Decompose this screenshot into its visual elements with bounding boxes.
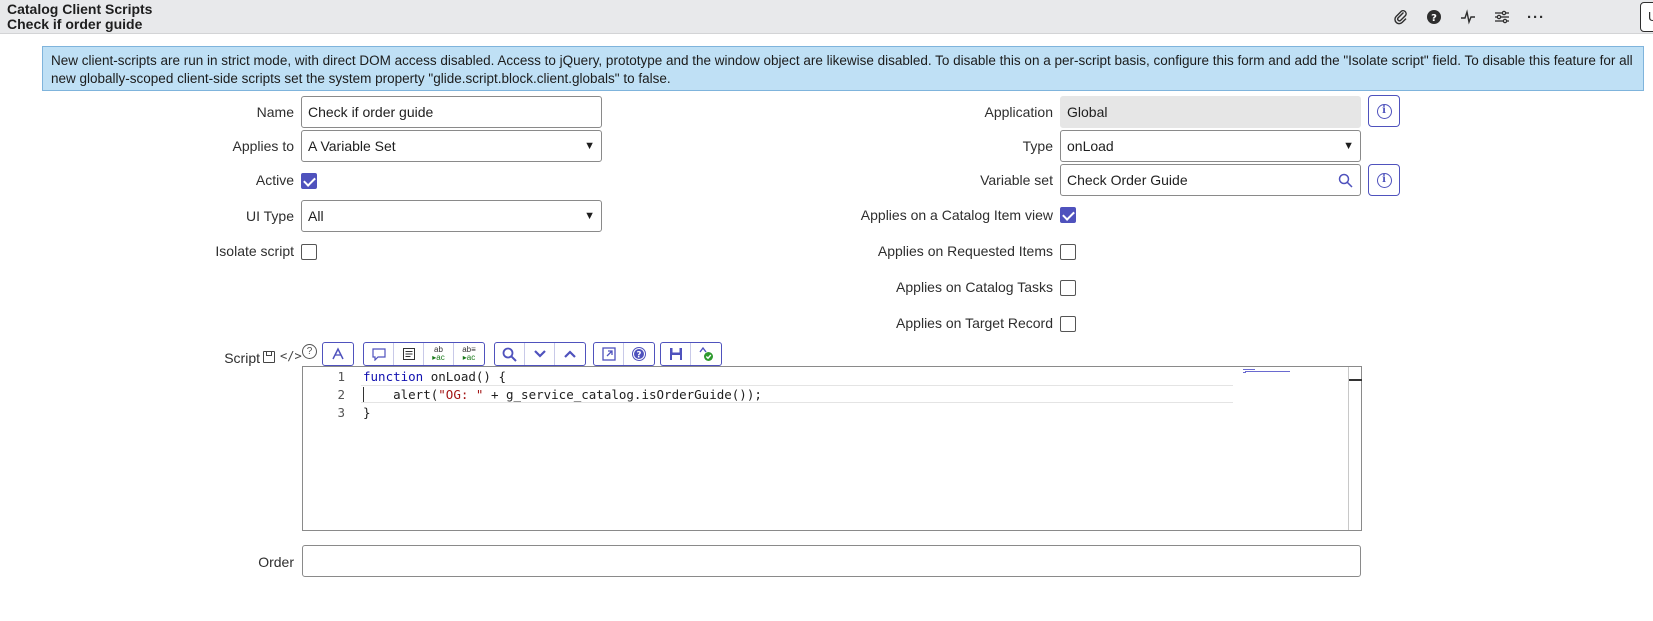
form-table-title: Catalog Client Scripts (7, 1, 153, 17)
code-text: + g_service_catalog.isOrderGuide()); (483, 387, 762, 402)
application-info-button[interactable]: i (1368, 95, 1400, 127)
ui-type-value: All (308, 208, 324, 224)
active-label: Active (255, 172, 294, 188)
more-icon[interactable]: ··· (1524, 5, 1548, 29)
chevron-down-icon: ▼ (584, 140, 595, 152)
format-icon[interactable] (394, 343, 424, 365)
type-select[interactable]: onLoad ▼ (1060, 130, 1361, 162)
save-icon[interactable] (661, 343, 691, 365)
type-label: Type (1022, 138, 1053, 154)
variable-set-info-button[interactable]: i (1368, 164, 1400, 196)
chevron-down-icon: ▼ (1343, 140, 1354, 152)
info-icon: i (1376, 103, 1392, 119)
applies-target-record-checkbox[interactable] (1060, 316, 1076, 332)
script-help-icon[interactable]: ? (302, 344, 317, 359)
name-input[interactable]: Check if order guide (301, 96, 602, 128)
isolate-script-label: Isolate script (215, 243, 294, 259)
record-title: Check if order guide (7, 16, 143, 32)
application-label: Application (984, 104, 1054, 120)
search-icon (1338, 173, 1353, 188)
editor-gutter: 1 2 3 (303, 367, 353, 530)
line-number: 1 (337, 369, 345, 384)
code-text: alert( (363, 387, 439, 402)
order-input[interactable] (302, 545, 1361, 577)
variable-set-lookup-button[interactable] (1331, 164, 1361, 196)
line-number: 3 (337, 405, 345, 420)
scrollbar-thumb[interactable] (1349, 379, 1362, 381)
applies-to-label: Applies to (232, 138, 294, 154)
type-value: onLoad (1067, 138, 1114, 154)
script-label: Script (224, 350, 260, 366)
applies-requested-items-checkbox[interactable] (1060, 244, 1076, 260)
info-banner: New client-scripts are run in strict mod… (42, 46, 1644, 91)
save-field-icon[interactable] (263, 351, 275, 363)
replace-all-icon[interactable]: ab≡ ▸ac (454, 343, 484, 365)
line-number: 2 (337, 387, 345, 402)
header-action-button[interactable]: U (1640, 2, 1653, 32)
applies-catalog-tasks-checkbox[interactable] (1060, 280, 1076, 296)
code-line: function onLoad() { (363, 369, 506, 384)
applies-catalog-item-checkbox[interactable] (1060, 207, 1076, 223)
replace-icon[interactable]: ab ▸ac (424, 343, 454, 365)
variable-set-input[interactable]: Check Order Guide (1060, 164, 1332, 196)
svg-text:?: ? (1431, 13, 1437, 24)
applies-to-select[interactable]: A Variable Set ▼ (301, 130, 602, 162)
info-icon: i (1376, 172, 1392, 188)
script-editor[interactable]: 1 2 3 function onLoad() { alert("OG: " +… (302, 366, 1362, 531)
order-label: Order (258, 554, 294, 570)
toolbar-group-edit: ab ▸ac ab≡ ▸ac (363, 342, 485, 366)
settings-sliders-icon[interactable] (1490, 5, 1514, 29)
code-line: } (363, 405, 371, 420)
applies-catalog-tasks-label: Applies on Catalog Tasks (896, 279, 1053, 295)
editor-minimap[interactable] (1243, 369, 1303, 373)
toolbar-group-save (660, 342, 722, 366)
syntax-check-icon[interactable] (691, 343, 721, 365)
isolate-script-checkbox[interactable] (301, 244, 317, 260)
form-header: Catalog Client Scripts Check if order gu… (0, 0, 1653, 34)
comment-icon[interactable] (364, 343, 394, 365)
toolbar-group-view: ? (593, 342, 655, 366)
chevron-down-icon: ▼ (584, 210, 595, 222)
variable-set-label: Variable set (980, 172, 1053, 188)
format-code-icon[interactable] (323, 343, 353, 365)
search-icon[interactable] (495, 343, 525, 365)
fullscreen-icon[interactable] (594, 343, 624, 365)
help-icon[interactable]: ? (624, 343, 654, 365)
toolbar-group-format (322, 342, 354, 366)
active-checkbox[interactable] (301, 173, 317, 189)
code-keyword: function (363, 369, 424, 384)
applies-target-record-label: Applies on Target Record (896, 315, 1053, 331)
help-icon[interactable]: ? (1422, 5, 1446, 29)
ui-type-select[interactable]: All ▼ (301, 200, 602, 232)
applies-catalog-item-label: Applies on a Catalog Item view (860, 207, 1053, 223)
activity-icon[interactable] (1456, 5, 1480, 29)
code-line: alert("OG: " + g_service_catalog.isOrder… (363, 387, 762, 402)
applies-requested-items-label: Applies on Requested Items (877, 243, 1053, 259)
paperclip-icon[interactable] (1389, 5, 1413, 29)
editor-scrollbar[interactable] (1348, 367, 1362, 530)
application-field: Global (1060, 96, 1361, 128)
applies-to-value: A Variable Set (308, 138, 396, 154)
name-label: Name (256, 104, 294, 120)
code-toggle-icon[interactable]: </> (280, 349, 302, 363)
fold-up-icon[interactable] (555, 343, 585, 365)
ui-type-label: UI Type (246, 208, 294, 224)
toolbar-group-search (494, 342, 586, 366)
code-text: onLoad() { (423, 369, 507, 384)
code-string: "OG: " (438, 387, 484, 402)
svg-text:?: ? (637, 351, 642, 361)
fold-down-icon[interactable] (525, 343, 555, 365)
